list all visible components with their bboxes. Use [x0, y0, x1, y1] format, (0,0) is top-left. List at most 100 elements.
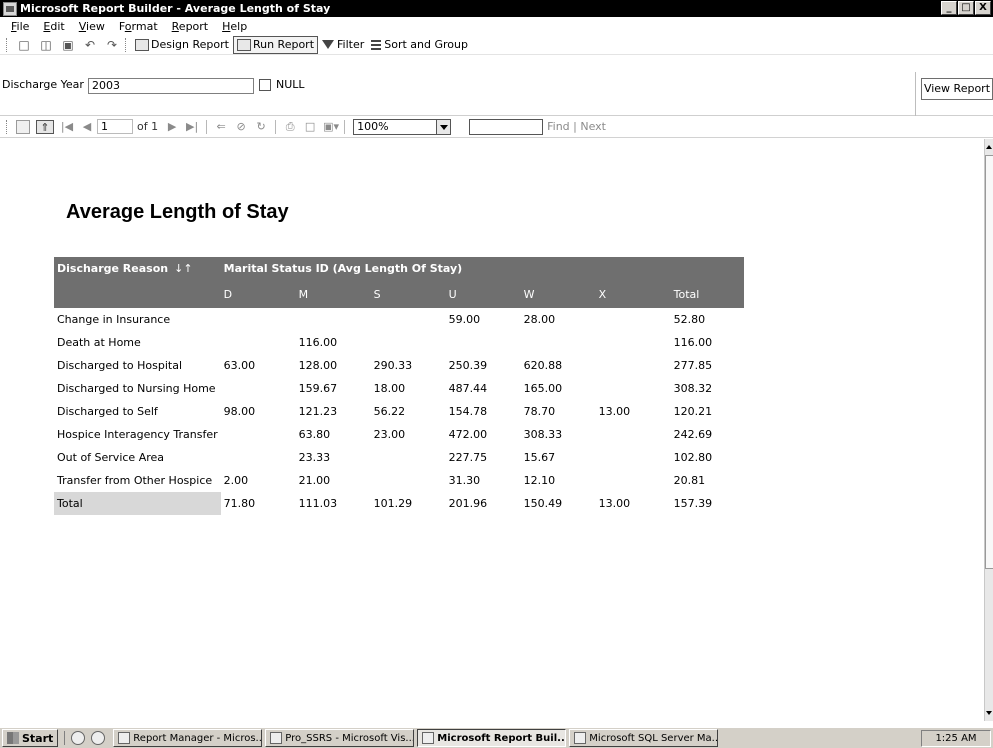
- zoom-select[interactable]: 100%: [353, 118, 452, 135]
- previous-page-icon[interactable]: ◀: [80, 120, 94, 134]
- menu-edit[interactable]: Edit: [36, 20, 71, 33]
- row-label: Discharged to Nursing Home: [57, 382, 216, 395]
- menu-report-label: eport: [178, 19, 209, 33]
- table-cell: [221, 331, 296, 354]
- taskbar-task[interactable]: Report Manager - Micros...: [113, 729, 263, 747]
- export-icon[interactable]: ▣▾: [323, 120, 339, 134]
- column-header: U: [445, 280, 521, 308]
- table-row: Out of Service Area 23.33 227.75 15.67 102.8…: [54, 446, 744, 469]
- parameters-toggle-icon[interactable]: ⇑: [36, 119, 54, 134]
- nav-separator: [275, 119, 277, 134]
- undo-icon[interactable]: ↶: [82, 37, 98, 53]
- page-count: of 1: [137, 120, 159, 133]
- window-controls: _ □ X: [941, 1, 991, 15]
- table-cell: 71.80: [223, 497, 256, 510]
- toolbar-grip[interactable]: [6, 37, 9, 52]
- taskbar-task[interactable]: Microsoft SQL Server Ma...: [569, 729, 719, 747]
- matrix-body: Change in Insurance 59.00 28.00 52.80 Death …: [54, 308, 744, 515]
- print-layout-icon[interactable]: □: [303, 120, 317, 134]
- scroll-up-icon[interactable]: [985, 145, 993, 153]
- table-row: Discharged to Hospital 63.00 128.00 290.33 2…: [54, 354, 744, 377]
- task-label: Microsoft SQL Server Ma...: [589, 732, 719, 744]
- first-page-icon[interactable]: |◀: [60, 120, 74, 134]
- table-cell: 242.69: [673, 428, 713, 441]
- null-checkbox[interactable]: [259, 79, 271, 91]
- filter-icon: [322, 40, 335, 49]
- stop-icon[interactable]: ⊘: [234, 120, 248, 134]
- start-button[interactable]: Start: [2, 729, 59, 747]
- table-row: Change in Insurance 59.00 28.00 52.80: [54, 308, 744, 331]
- vertical-scrollbar[interactable]: [984, 139, 993, 721]
- table-cell: 56.22: [373, 405, 406, 418]
- internet-explorer-icon[interactable]: [91, 731, 106, 745]
- menu-view[interactable]: View: [72, 20, 112, 33]
- refresh-icon[interactable]: ↻: [254, 120, 268, 134]
- column-header-total: Total: [670, 280, 744, 308]
- design-report-button[interactable]: Design Report: [132, 36, 232, 54]
- menu-file[interactable]: File: [4, 20, 36, 33]
- next-page-icon[interactable]: ▶: [165, 120, 179, 134]
- save-icon[interactable]: ▣: [60, 37, 76, 53]
- find-input[interactable]: [469, 118, 544, 135]
- menu-report[interactable]: Report: [165, 20, 215, 33]
- sort-and-group-label: Sort and Group: [384, 38, 468, 51]
- new-document-icon[interactable]: □: [16, 37, 32, 53]
- scrollbar-thumb[interactable]: [985, 155, 993, 569]
- show-desktop-icon[interactable]: [71, 731, 86, 745]
- chevron-down-icon[interactable]: [436, 119, 451, 134]
- scroll-down-icon[interactable]: [985, 709, 993, 717]
- table-cell: 227.75: [448, 451, 488, 464]
- report-builder-icon: [3, 1, 17, 16]
- table-cell: [371, 446, 446, 469]
- table-cell: 250.39: [448, 359, 488, 372]
- menu-format[interactable]: Format: [112, 20, 165, 33]
- filter-button[interactable]: Filter: [319, 36, 367, 54]
- column-header: S: [370, 280, 446, 308]
- discharge-year-input[interactable]: 2003: [88, 78, 254, 94]
- main-toolbar: □ ◫ ▣ ↶ ↷ Design Report Run Report Filte…: [0, 35, 993, 55]
- sort-and-group-button[interactable]: Sort and Group: [368, 36, 471, 54]
- row-label: Discharged to Hospital: [57, 359, 182, 372]
- nav-toolbar-grip[interactable]: [6, 119, 9, 134]
- back-icon[interactable]: ⇐: [214, 120, 228, 134]
- menu-help[interactable]: Help: [215, 20, 254, 33]
- redo-icon[interactable]: ↷: [104, 37, 120, 53]
- task-window-icon: [270, 732, 283, 744]
- taskbar-task[interactable]: Microsoft Report Buil...: [417, 729, 567, 747]
- current-page-input[interactable]: 1: [97, 119, 133, 134]
- table-cell: 201.96: [448, 497, 488, 510]
- table-cell: 63.80: [298, 428, 331, 441]
- table-cell: [521, 331, 596, 354]
- table-cell: 620.88: [523, 359, 563, 372]
- minimize-button[interactable]: _: [941, 1, 957, 15]
- window-title: Microsoft Report Builder - Average Lengt…: [20, 2, 331, 15]
- taskbar-task[interactable]: Pro_SSRS - Microsoft Vis...: [265, 729, 415, 747]
- table-cell: [371, 469, 446, 492]
- sort-icon[interactable]: ↓↑: [174, 262, 192, 275]
- design-report-label: Design Report: [151, 38, 229, 51]
- table-cell: 290.33: [373, 359, 413, 372]
- table-cell: 31.30: [448, 474, 481, 487]
- find-next-links[interactable]: Find | Next: [547, 120, 606, 133]
- report-canvas: Average Length of Stay Discharge Reason ↓…: [0, 139, 984, 709]
- menu-file-label: ile: [16, 19, 30, 33]
- table-cell: 21.00: [298, 474, 331, 487]
- report-matrix: Discharge Reason ↓↑ Marital Status ID (Av…: [54, 257, 744, 515]
- table-cell: [596, 377, 671, 400]
- table-cell: 472.00: [448, 428, 488, 441]
- print-icon[interactable]: ⎙: [283, 120, 297, 134]
- open-folder-icon[interactable]: ◫: [38, 37, 54, 53]
- windows-logo-icon: [7, 732, 19, 744]
- document-map-icon[interactable]: [16, 119, 30, 134]
- table-cell: 2.00: [223, 474, 249, 487]
- total-row: Total 71.80 111.03 101.29 201.96 150.49 13.00 1…: [54, 492, 744, 515]
- discharge-reason-header[interactable]: Discharge Reason ↓↑: [54, 257, 221, 280]
- run-report-button[interactable]: Run Report: [232, 35, 319, 54]
- view-report-button[interactable]: View Report: [921, 78, 993, 100]
- table-cell: 101.29: [373, 497, 413, 510]
- last-page-icon[interactable]: ▶|: [185, 120, 199, 134]
- report-navigation-toolbar: ⇑ |◀ ◀ 1 of 1 ▶ ▶| ⇐ ⊘ ↻ ⎙ □ ▣▾ 100% Fin…: [0, 116, 993, 138]
- close-button[interactable]: X: [975, 1, 991, 15]
- maximize-button[interactable]: □: [958, 1, 974, 15]
- column-header: M: [295, 280, 371, 308]
